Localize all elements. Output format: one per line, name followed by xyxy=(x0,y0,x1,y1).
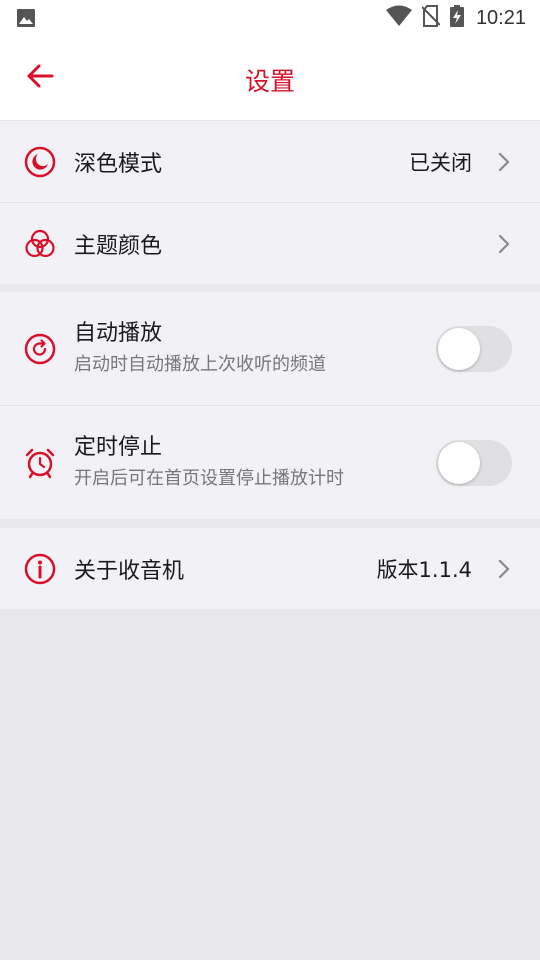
setting-label: 主题颜色 xyxy=(74,233,163,259)
toggle-knob xyxy=(438,327,480,370)
alarm-clock-icon xyxy=(24,447,56,479)
setting-text: 自动播放 启动时自动播放上次收听的频道 xyxy=(74,319,326,379)
chevron-right-icon xyxy=(496,557,512,581)
settings-group-about: 关于收音机 版本1.1.4 xyxy=(0,528,540,609)
setting-label: 定时停止 xyxy=(74,434,163,460)
moon-icon xyxy=(24,146,56,178)
replay-icon xyxy=(24,333,56,365)
setting-row-auto-play: 自动播放 启动时自动播放上次收听的频道 xyxy=(0,292,540,405)
setting-row-timed-stop: 定时停止 开启后可在首页设置停止播放计时 xyxy=(0,406,540,519)
page-title: 设置 xyxy=(244,67,295,96)
setting-row-dark-mode[interactable]: 深色模式 已关闭 xyxy=(0,121,540,202)
settings-group-appearance: 深色模式 已关闭 主题颜色 xyxy=(0,121,540,284)
color-circles-icon xyxy=(24,228,56,260)
info-icon xyxy=(24,553,56,585)
setting-label: 自动播放 xyxy=(74,320,163,346)
toggle-knob xyxy=(438,441,480,484)
battery-charging-icon xyxy=(449,5,474,31)
setting-label: 关于收音机 xyxy=(74,558,185,584)
setting-value: 已关闭 xyxy=(409,150,472,175)
chevron-right-icon xyxy=(496,232,512,256)
app-bar: 设置 xyxy=(0,36,540,121)
chevron-right-icon xyxy=(496,150,512,174)
wifi-icon xyxy=(385,5,422,31)
setting-description: 开启后可在首页设置停止播放计时 xyxy=(74,467,344,489)
setting-row-about[interactable]: 关于收音机 版本1.1.4 xyxy=(0,528,540,609)
setting-value: 版本1.1.4 xyxy=(376,557,472,582)
status-bar: 10:21 xyxy=(0,0,540,36)
gallery-icon xyxy=(16,8,36,32)
timed-stop-toggle[interactable] xyxy=(436,439,512,486)
settings-group-playback: 自动播放 启动时自动播放上次收听的频道 定时停止 开启后可在首页设置停止播放计时 xyxy=(0,292,540,519)
no-sim-icon xyxy=(421,5,450,31)
setting-text: 定时停止 开启后可在首页设置停止播放计时 xyxy=(74,433,344,493)
setting-label: 深色模式 xyxy=(74,151,163,177)
auto-play-toggle[interactable] xyxy=(436,325,512,372)
status-time: 10:21 xyxy=(475,6,526,29)
setting-description: 启动时自动播放上次收听的频道 xyxy=(74,353,326,375)
setting-row-theme-color[interactable]: 主题颜色 xyxy=(0,203,540,284)
